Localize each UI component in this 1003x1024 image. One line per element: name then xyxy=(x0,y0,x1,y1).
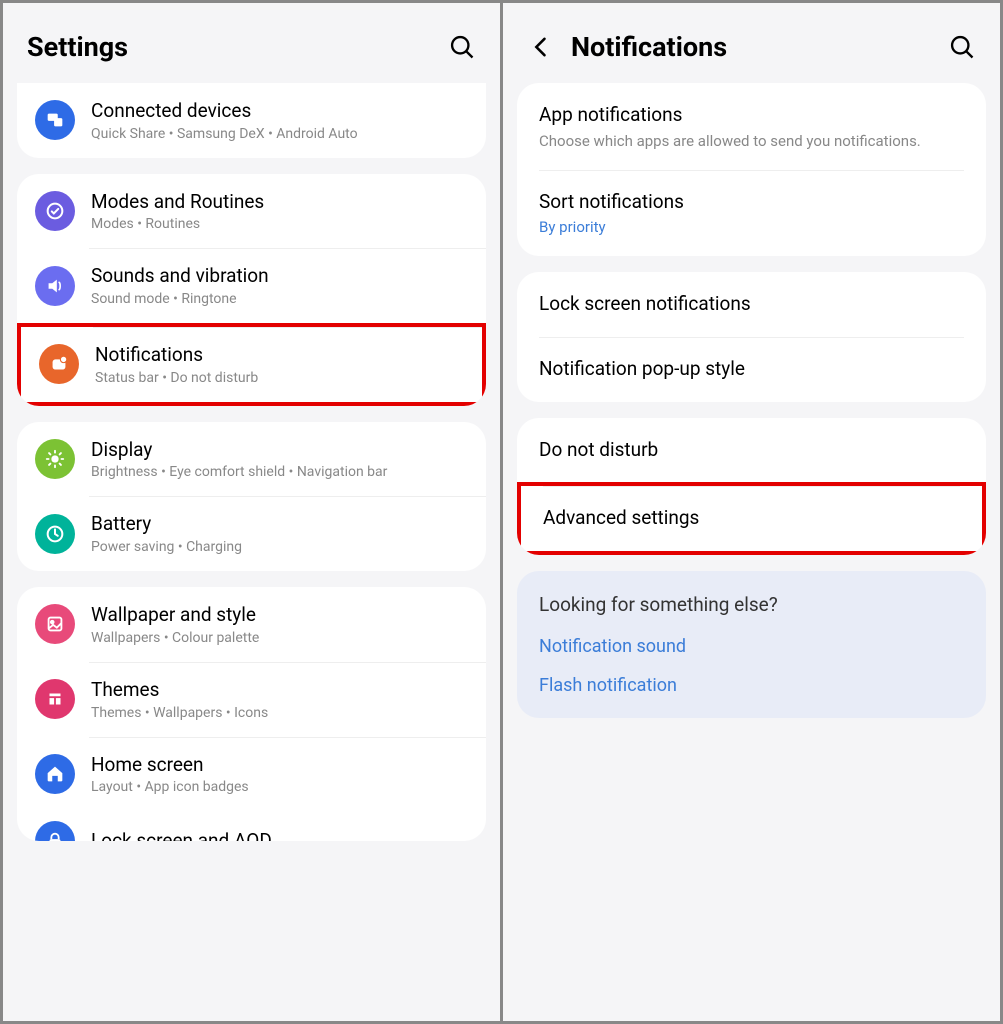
lock-icon xyxy=(35,821,75,841)
settings-item-notifications[interactable]: Notifications Status bar • Do not distur… xyxy=(17,323,486,406)
item-title: Notification pop-up style xyxy=(539,357,964,382)
item-sub: Status bar • Do not disturb xyxy=(95,370,464,386)
item-desc: Choose which apps are allowed to send yo… xyxy=(539,132,964,150)
settings-item-display[interactable]: Display Brightness • Eye comfort shield … xyxy=(17,422,486,497)
settings-item-wallpaper-style[interactable]: Wallpaper and style Wallpapers • Colour … xyxy=(17,587,486,662)
connected-devices-icon xyxy=(35,100,75,140)
item-sub: Brightness • Eye comfort shield • Naviga… xyxy=(91,464,468,480)
looking-for-title: Looking for something else? xyxy=(539,593,964,616)
settings-panel: Settings Connected devices Quick Share •… xyxy=(3,3,500,1021)
item-sub: Quick Share • Samsung DeX • Android Auto xyxy=(91,126,468,142)
link-notification-sound[interactable]: Notification sound xyxy=(539,636,964,657)
item-app-notifications[interactable]: App notifications Choose which apps are … xyxy=(517,83,986,170)
item-value: By priority xyxy=(539,218,964,236)
battery-icon xyxy=(35,514,75,554)
sound-icon xyxy=(35,266,75,306)
item-do-not-disturb[interactable]: Do not disturb xyxy=(517,418,986,483)
item-title: Lock screen and AOD xyxy=(91,829,468,841)
item-sort-notifications[interactable]: Sort notifications By priority xyxy=(517,170,986,257)
item-sub: Sound mode • Ringtone xyxy=(91,291,468,307)
settings-item-home-screen[interactable]: Home screen Layout • App icon badges xyxy=(17,737,486,812)
item-title: Home screen xyxy=(91,753,468,778)
item-sub: Themes • Wallpapers • Icons xyxy=(91,705,468,721)
search-icon[interactable] xyxy=(948,33,976,61)
notifications-header: Notifications xyxy=(503,3,1000,83)
home-icon xyxy=(35,754,75,794)
item-title: Wallpaper and style xyxy=(91,603,468,628)
item-title: Lock screen notifications xyxy=(539,292,964,317)
item-title: App notifications xyxy=(539,103,964,128)
looking-for-box: Looking for something else? Notification… xyxy=(517,571,986,718)
notifications-icon xyxy=(39,344,79,384)
link-flash-notification[interactable]: Flash notification xyxy=(539,675,964,696)
item-sub: Layout • App icon badges xyxy=(91,779,468,795)
settings-list[interactable]: Connected devices Quick Share • Samsung … xyxy=(3,83,500,1021)
item-lock-screen-notifications[interactable]: Lock screen notifications xyxy=(517,272,986,337)
item-title: Connected devices xyxy=(91,99,468,124)
settings-item-themes[interactable]: Themes Themes • Wallpapers • Icons xyxy=(17,662,486,737)
item-title: Modes and Routines xyxy=(91,190,468,215)
settings-item-battery[interactable]: Battery Power saving • Charging xyxy=(17,496,486,571)
modes-icon xyxy=(35,191,75,231)
settings-item-sounds-vibration[interactable]: Sounds and vibration Sound mode • Ringto… xyxy=(17,248,486,323)
item-title: Battery xyxy=(91,512,468,537)
notifications-panel: Notifications App notifications Choose w… xyxy=(503,3,1000,1021)
item-title: Sounds and vibration xyxy=(91,264,468,289)
item-notification-popup-style[interactable]: Notification pop-up style xyxy=(517,337,986,402)
item-title: Notifications xyxy=(95,343,464,368)
search-icon[interactable] xyxy=(448,33,476,61)
page-title: Settings xyxy=(27,31,448,63)
settings-item-lock-screen[interactable]: Lock screen and AOD xyxy=(17,811,486,841)
back-button[interactable] xyxy=(527,33,555,61)
page-title: Notifications xyxy=(571,31,948,63)
notifications-list[interactable]: App notifications Choose which apps are … xyxy=(503,83,1000,1021)
settings-item-modes-routines[interactable]: Modes and Routines Modes • Routines xyxy=(17,174,486,249)
item-sub: Wallpapers • Colour palette xyxy=(91,630,468,646)
item-advanced-settings[interactable]: Advanced settings xyxy=(517,482,986,555)
themes-icon xyxy=(35,679,75,719)
item-sub: Power saving • Charging xyxy=(91,539,468,555)
settings-header: Settings xyxy=(3,3,500,83)
item-title: Do not disturb xyxy=(539,438,964,463)
display-icon xyxy=(35,439,75,479)
wallpaper-icon xyxy=(35,604,75,644)
settings-item-connected-devices[interactable]: Connected devices Quick Share • Samsung … xyxy=(17,83,486,158)
item-title: Advanced settings xyxy=(543,506,960,531)
item-title: Display xyxy=(91,438,468,463)
item-title: Themes xyxy=(91,678,468,703)
item-title: Sort notifications xyxy=(539,190,964,215)
item-sub: Modes • Routines xyxy=(91,216,468,232)
